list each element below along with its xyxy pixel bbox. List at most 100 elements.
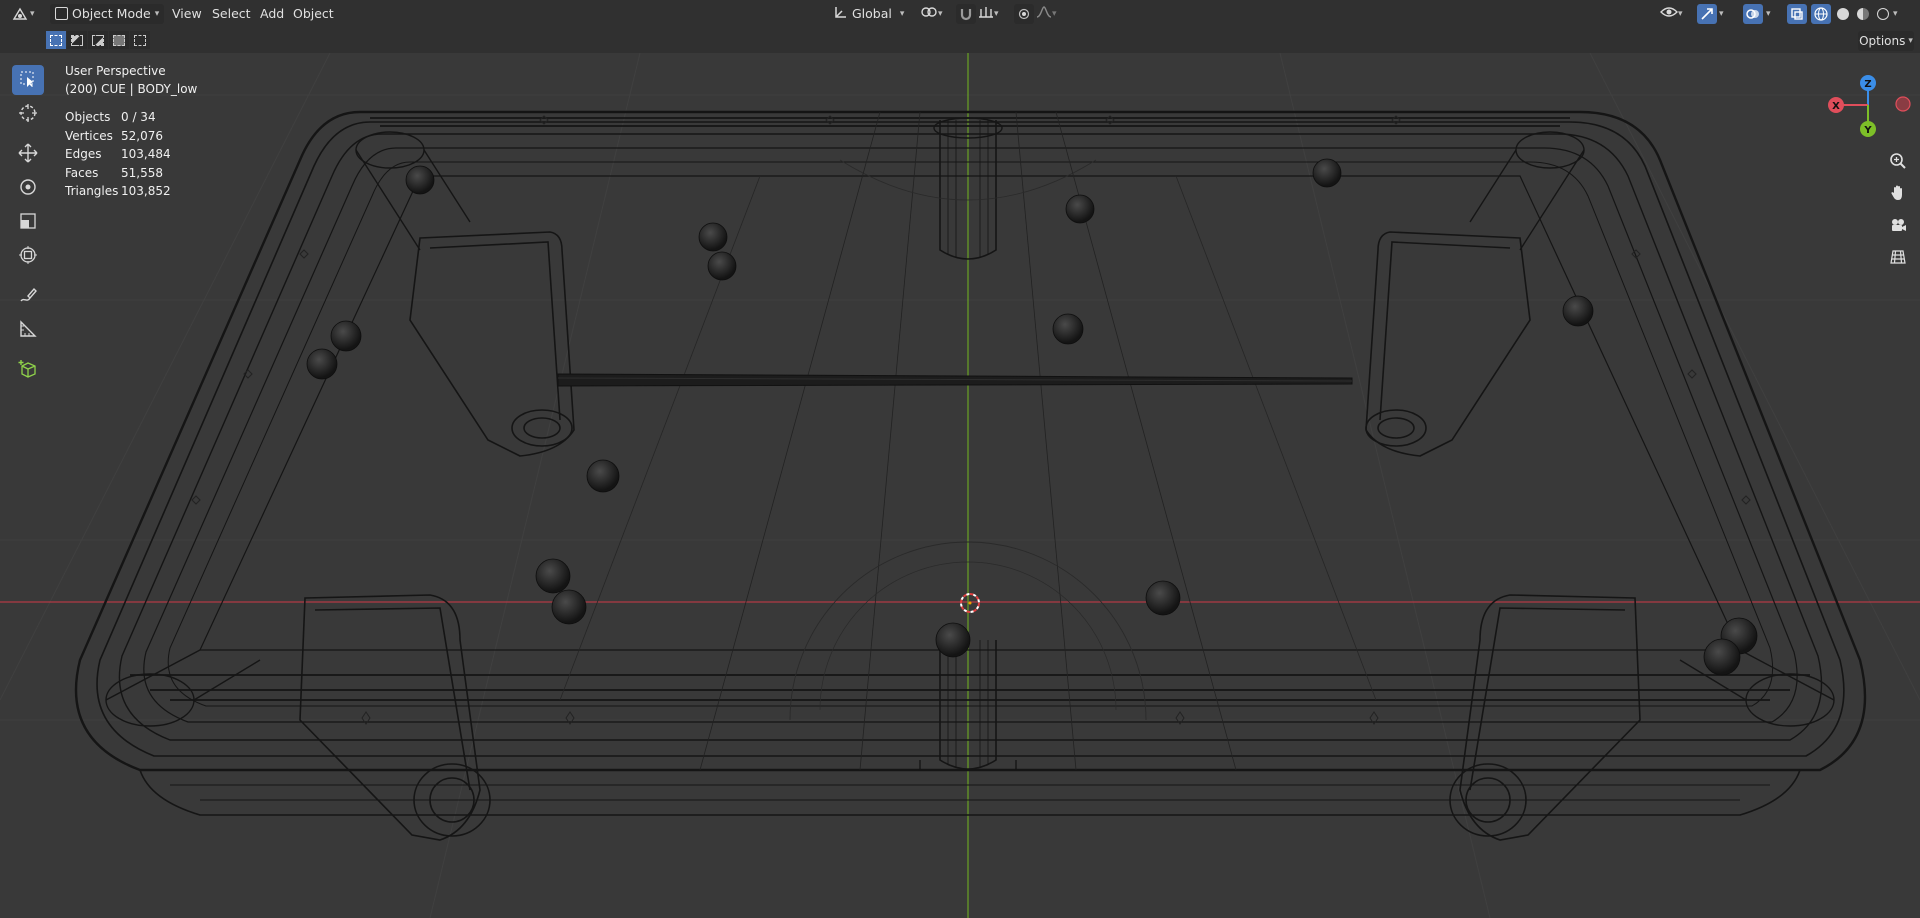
zoom-button[interactable] — [1884, 148, 1912, 176]
overlays-icon — [1743, 3, 1763, 24]
tool-measure[interactable] — [8, 313, 48, 347]
z-axis-label: Z — [1864, 79, 1871, 90]
snap-toggle[interactable] — [956, 0, 976, 27]
active-object-info: (200) CUE | BODY_low — [65, 82, 198, 96]
gizmo-toggle[interactable] — [1697, 0, 1717, 27]
stat-row: Faces 51,558 — [65, 165, 163, 180]
move-icon — [18, 143, 38, 166]
chevron-down-icon: ▾ — [1052, 8, 1057, 19]
proportional-edit-toggle[interactable] — [1014, 0, 1034, 27]
chevron-down-icon: ▾ — [899, 8, 905, 19]
gizmo-options-dropdown[interactable]: ▾ — [1719, 0, 1724, 27]
select-new-icon[interactable] — [46, 31, 66, 49]
3d-viewport-icon — [10, 4, 30, 24]
selection-mode-group — [46, 31, 150, 49]
scale-icon — [18, 211, 38, 234]
tool-transform[interactable] — [8, 239, 48, 273]
tool-move[interactable] — [8, 137, 48, 171]
menu-object[interactable]: Object — [289, 0, 338, 27]
chevron-down-icon: ▾ — [1908, 36, 1913, 46]
eye-icon — [1660, 5, 1678, 22]
pivot-icon — [920, 5, 938, 22]
y-axis-label: Y — [1863, 125, 1872, 136]
shading-wireframe-button[interactable] — [1811, 0, 1831, 27]
gizmo-icon — [1697, 3, 1717, 24]
rotate-icon — [18, 177, 38, 200]
menu-select[interactable]: Select — [208, 0, 255, 27]
ortho-toggle-button[interactable] — [1884, 244, 1912, 272]
options-label: Options — [1859, 34, 1906, 48]
snap-target-selector[interactable]: ▾ — [978, 0, 999, 27]
chevron-down-icon: ▾ — [154, 8, 160, 19]
shading-material-button[interactable] — [1853, 0, 1873, 27]
tool-add-cube[interactable] — [8, 353, 48, 387]
tool-shelf — [8, 63, 48, 387]
overlays-toggle[interactable] — [1743, 0, 1763, 27]
material-sphere-icon — [1853, 4, 1873, 24]
xray-toggle[interactable] — [1787, 0, 1807, 27]
magnet-icon — [956, 3, 976, 24]
tool-annotate[interactable] — [8, 279, 48, 313]
negative-x-axis-ball[interactable] — [1895, 96, 1911, 112]
rendered-sphere-icon — [1873, 4, 1893, 24]
select-extend-icon[interactable] — [67, 31, 87, 49]
proportional-falloff-selector[interactable]: ▾ — [1036, 0, 1057, 27]
viewport-canvas[interactable]: Z X Y — [0, 53, 1920, 918]
tool-settings-bar — [0, 27, 1920, 53]
transform-icon — [18, 245, 38, 268]
wireframe-sphere-icon — [1811, 3, 1831, 24]
falloff-curve-icon — [1036, 5, 1052, 22]
stat-row: Objects 0 / 34 — [65, 110, 156, 124]
mode-selector[interactable]: Object Mode ▾ — [50, 0, 165, 27]
options-dropdown[interactable]: Options ▾ — [1858, 31, 1914, 51]
stat-row: Edges 103,484 — [65, 147, 171, 161]
tool-rotate[interactable] — [8, 171, 48, 205]
proportional-edit-icon — [1014, 3, 1034, 24]
scene-statistics: Objects 0 / 34 Vertices 52,076 Edges 103,48… — [65, 108, 171, 201]
view-name: User Perspective — [65, 64, 166, 78]
camera-icon — [1889, 216, 1907, 237]
menu-add[interactable]: Add — [256, 0, 288, 27]
snap-increment-icon — [978, 5, 994, 22]
chevron-down-icon: ▾ — [1678, 8, 1683, 19]
object-mode-icon — [55, 7, 68, 20]
x-axis-label: X — [1832, 101, 1840, 112]
shading-options-dropdown[interactable]: ▾ — [1893, 0, 1898, 27]
select-subtract-icon[interactable] — [88, 31, 108, 49]
orientation-label: Global — [852, 6, 892, 21]
zoom-icon — [1889, 152, 1907, 173]
tool-scale[interactable] — [8, 205, 48, 239]
viewport-header: ▾ Object Mode ▾ View Select Add Object G… — [0, 0, 1920, 27]
pivot-point-selector[interactable]: ▾ — [920, 0, 943, 27]
measure-icon — [18, 319, 38, 342]
shading-solid-button[interactable] — [1833, 0, 1853, 27]
chevron-down-icon: ▾ — [938, 8, 943, 19]
stat-row: Triangles 103,852 — [65, 184, 171, 198]
solid-sphere-icon — [1833, 4, 1853, 24]
shading-rendered-button[interactable] — [1873, 0, 1893, 27]
tool-cursor[interactable] — [8, 97, 48, 131]
pan-button[interactable] — [1884, 180, 1912, 208]
editor-type-selector[interactable]: ▾ — [10, 0, 35, 27]
select-intersect-icon[interactable] — [130, 31, 150, 49]
object-visibility-selector[interactable]: ▾ — [1660, 0, 1683, 27]
transform-orientation-selector[interactable]: Global ▾ — [834, 0, 904, 27]
xray-icon — [1787, 3, 1807, 24]
menu-view[interactable]: View — [168, 0, 206, 27]
camera-view-button[interactable] — [1884, 212, 1912, 240]
select-box-icon — [19, 70, 37, 91]
chevron-down-icon: ▾ — [994, 8, 999, 19]
orientation-icon — [834, 5, 848, 22]
tool-select-box[interactable] — [8, 63, 48, 97]
grid-icon — [1889, 248, 1907, 269]
select-invert-icon[interactable] — [109, 31, 129, 49]
hand-icon — [1889, 184, 1907, 205]
viewport-info: User Perspective (200) CUE | BODY_low — [65, 62, 197, 98]
cursor-icon — [18, 103, 38, 126]
stat-row: Vertices 52,076 — [65, 128, 163, 143]
mode-label: Object Mode — [72, 6, 151, 21]
annotate-icon — [18, 285, 38, 308]
overlays-options-dropdown[interactable]: ▾ — [1766, 0, 1771, 27]
add-cube-icon — [18, 359, 38, 382]
navigation-buttons — [1884, 148, 1912, 272]
